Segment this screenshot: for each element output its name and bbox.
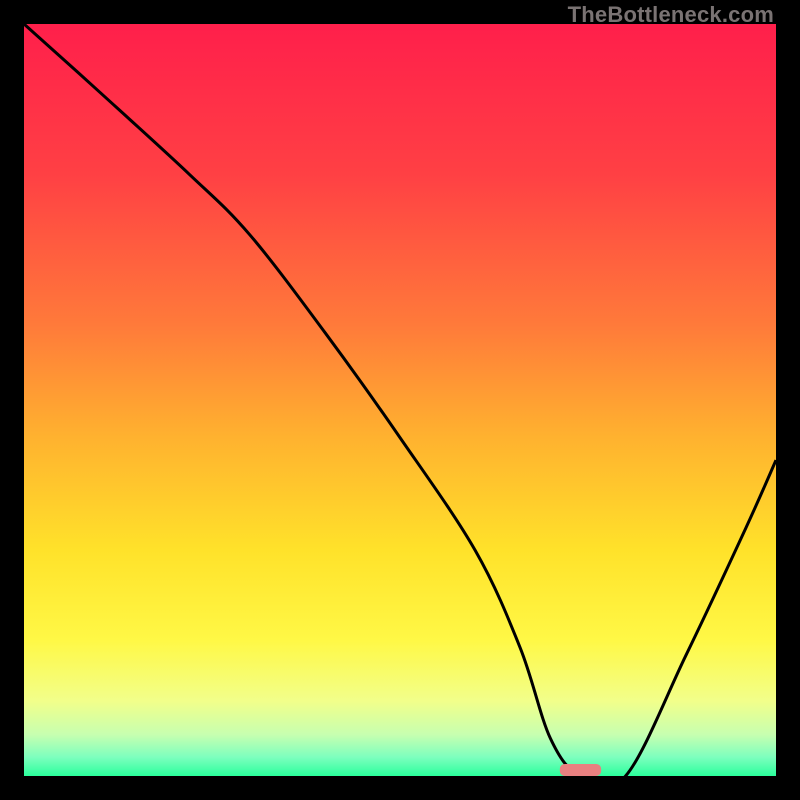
- optimal-marker: [560, 764, 601, 776]
- chart-background: [24, 24, 776, 776]
- chart-svg: [24, 24, 776, 776]
- chart-frame: [24, 24, 776, 776]
